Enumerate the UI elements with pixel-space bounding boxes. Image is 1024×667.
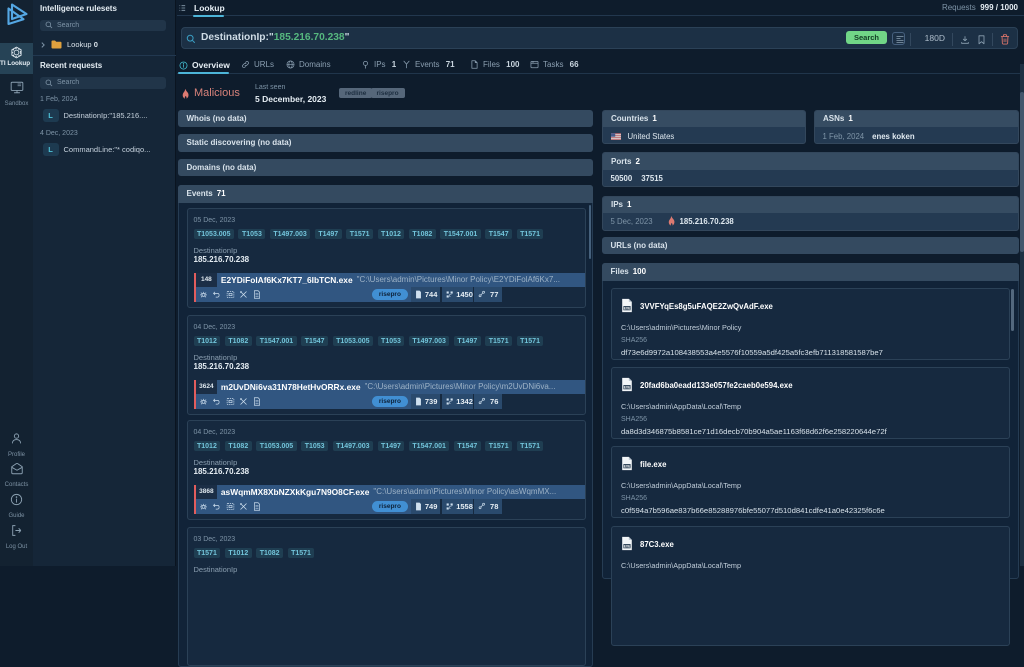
svg-text:EXE: EXE [624,544,631,548]
svg-text:EXE: EXE [624,464,631,468]
svg-text:EXE: EXE [624,306,631,310]
svg-text:EXE: EXE [624,385,631,389]
